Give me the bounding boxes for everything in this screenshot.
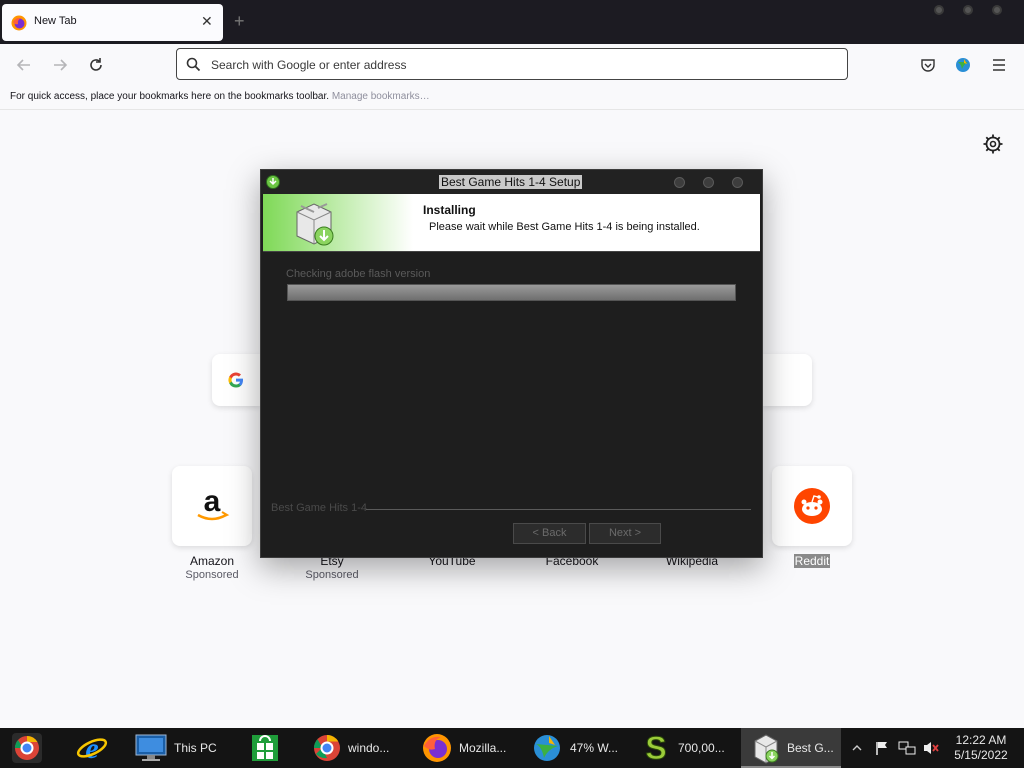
taskbar-item-s-app[interactable]: S 700,00... <box>634 728 734 768</box>
download-manager-icon <box>534 735 560 761</box>
dialog-header: Installing Please wait while Best Game H… <box>263 194 760 252</box>
shortcut-sponsored-etsy: Sponsored <box>305 569 359 581</box>
taskbar-item-download-manager[interactable]: 47% W... <box>524 728 624 768</box>
minimize-button[interactable] <box>934 5 944 15</box>
taskbar-item-store[interactable] <box>238 728 292 768</box>
close-window-button[interactable] <box>992 5 1002 15</box>
search-box-right-edge <box>763 354 812 406</box>
tab-close-icon[interactable]: ✕ <box>201 13 213 29</box>
reddit-label-text: Reddit <box>793 554 831 568</box>
taskbar-label-chrome: windo... <box>348 741 390 755</box>
svg-text:a: a <box>204 486 221 518</box>
package-box-icon <box>296 203 334 246</box>
dialog-maximize-button[interactable] <box>703 177 714 188</box>
this-pc-icon <box>135 734 167 761</box>
taskbar-label-firefox: Mozilla... <box>459 741 507 755</box>
chrome-icon <box>314 734 340 761</box>
shortcut-tile-reddit[interactable] <box>772 466 852 546</box>
installer-icon <box>754 734 779 764</box>
gear-icon[interactable] <box>982 133 1004 155</box>
taskbar-label-download-manager: 47% W... <box>570 741 619 755</box>
extension-globe-icon[interactable] <box>952 54 974 76</box>
tab-strip: New Tab ✕ + <box>0 0 1024 44</box>
forward-arrow-icon[interactable] <box>49 54 71 76</box>
shortcut-tile-amazon[interactable]: a <box>172 466 252 546</box>
dialog-close-button[interactable] <box>732 177 743 188</box>
menu-hamburger-icon[interactable] <box>988 54 1010 76</box>
maximize-button[interactable] <box>963 5 973 15</box>
dialog-subtext: Please wait while Best Game Hits 1-4 is … <box>429 221 700 233</box>
clock-date: 5/15/2022 <box>954 748 1008 762</box>
volume-muted-icon[interactable] <box>922 740 940 756</box>
taskbar-label-s-app: 700,00... <box>678 741 725 755</box>
brand-divider <box>366 509 751 510</box>
reddit-icon <box>794 488 830 524</box>
manage-bookmarks-link[interactable]: Manage bookmarks… <box>332 91 430 102</box>
taskbar-item-chrome-ball[interactable] <box>0 728 54 768</box>
clock-time: 12:22 AM <box>955 733 1007 747</box>
s-app-icon: S <box>645 732 667 764</box>
pocket-icon[interactable] <box>917 54 939 76</box>
system-clock[interactable]: 12:22 AM 5/15/2022 <box>950 733 1012 763</box>
install-status-text: Checking adobe flash version <box>286 268 431 280</box>
search-icon <box>186 57 201 72</box>
installer-app-icon <box>266 175 280 189</box>
taskbar-item-installer[interactable]: Best G... <box>741 728 841 768</box>
tray-chevron-up-icon[interactable] <box>851 742 863 754</box>
amazon-icon: a <box>197 486 230 521</box>
dialog-minimize-button[interactable] <box>674 177 685 188</box>
action-center-flag-icon[interactable] <box>874 740 890 756</box>
shortcut-sponsored-amazon: Sponsored <box>185 569 239 581</box>
dialog-title-bar[interactable]: Best Game Hits 1-4 Setup <box>261 170 762 194</box>
bookmarks-hint: For quick access, place your bookmarks h… <box>10 91 330 102</box>
taskbar-label-installer: Best G... <box>787 741 834 755</box>
taskbar-label-this-pc: This PC <box>174 741 217 755</box>
new-tab-button[interactable]: + <box>234 10 245 32</box>
dialog-title: Best Game Hits 1-4 Setup <box>439 175 583 189</box>
install-progress-bar <box>287 284 736 301</box>
chrome-ball-icon <box>12 733 42 763</box>
network-icon[interactable] <box>898 740 916 756</box>
taskbar-item-firefox[interactable]: Mozilla... <box>413 728 521 768</box>
installer-dialog: Best Game Hits 1-4 Setup Installing Plea… <box>260 169 763 558</box>
next-button[interactable]: Next > <box>589 523 661 544</box>
taskbar-item-this-pc[interactable]: This PC <box>130 728 225 768</box>
installer-brand-text: Best Game Hits 1-4 <box>271 502 367 514</box>
svg-text:e: e <box>85 732 98 764</box>
store-icon <box>252 735 278 761</box>
taskbar-item-internet-explorer[interactable]: e <box>65 728 119 768</box>
firefox-icon <box>11 15 27 31</box>
svg-text:S: S <box>645 732 666 764</box>
google-search-box[interactable] <box>212 354 260 406</box>
install-progress-fill <box>288 285 735 300</box>
dialog-heading: Installing <box>423 203 476 217</box>
shortcut-label-amazon: Amazon <box>189 554 235 568</box>
reload-icon[interactable] <box>85 54 107 76</box>
bookmarks-toolbar: For quick access, place your bookmarks h… <box>0 86 1024 110</box>
address-bar[interactable]: Search with Google or enter address <box>176 48 848 80</box>
google-icon <box>228 372 243 388</box>
tab-title: New Tab <box>34 15 77 27</box>
back-arrow-icon[interactable] <box>13 54 35 76</box>
tab-new-tab[interactable]: New Tab ✕ <box>2 4 223 41</box>
navigation-bar: Search with Google or enter address <box>0 44 1024 86</box>
taskbar-item-chrome[interactable]: windo... <box>304 728 406 768</box>
internet-explorer-icon: e <box>76 732 108 764</box>
firefox-taskbar-icon <box>423 734 451 762</box>
taskbar: e This PC windo... Mozilla... 47% W... S… <box>0 728 1024 768</box>
back-button[interactable]: < Back <box>513 523 586 544</box>
shortcut-label-reddit: Reddit <box>767 554 857 568</box>
address-bar-placeholder: Search with Google or enter address <box>211 58 407 72</box>
